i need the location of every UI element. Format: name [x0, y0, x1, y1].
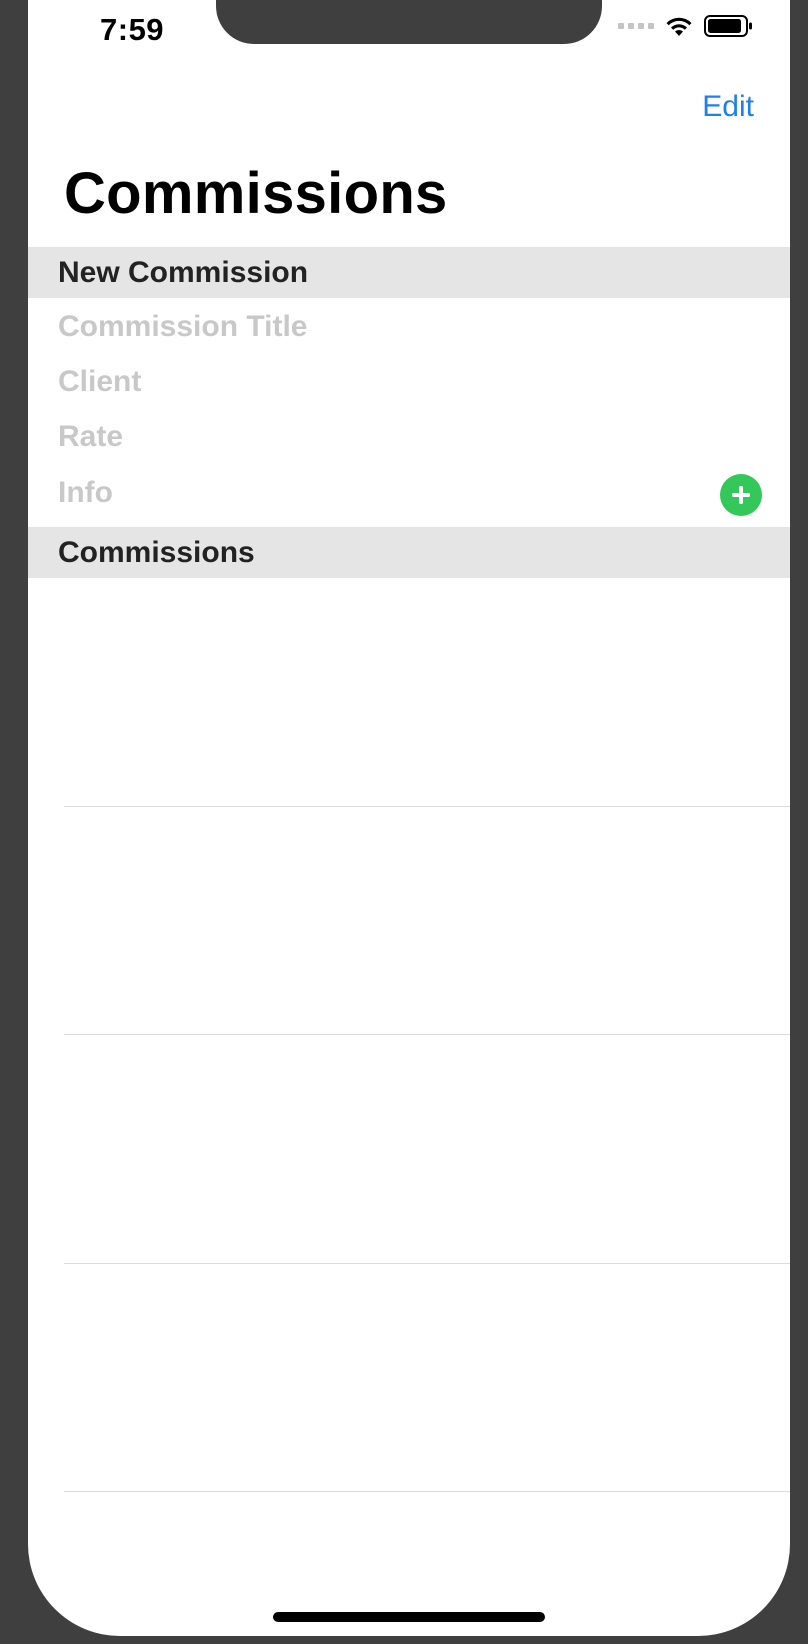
section-header-new-commission: New Commission	[28, 247, 790, 298]
plus-icon	[732, 486, 750, 504]
status-bar-time: 7:59	[100, 12, 165, 47]
device-notch	[216, 0, 602, 44]
row-separator	[64, 1263, 790, 1264]
battery-icon	[704, 15, 752, 37]
home-indicator[interactable]	[273, 1612, 545, 1622]
row-separator	[64, 806, 790, 807]
row-separator	[64, 1034, 790, 1035]
info-field[interactable]: Info	[58, 473, 113, 513]
device-frame: 7:59 Edit Commissions New Commission Com…	[0, 0, 808, 1644]
section-header-commissions: Commissions	[28, 527, 790, 578]
client-field[interactable]: Client	[58, 362, 141, 402]
wifi-icon	[666, 17, 692, 36]
edit-button[interactable]: Edit	[702, 90, 754, 124]
phone-screen: 7:59 Edit Commissions New Commission Com…	[28, 0, 790, 1636]
status-bar-indicators	[618, 14, 754, 38]
commission-title-field[interactable]: Commission Title	[58, 307, 308, 347]
add-commission-button[interactable]	[720, 474, 762, 516]
cellular-signal-icon	[618, 23, 654, 29]
row-separator	[64, 1491, 790, 1492]
page-title: Commissions	[64, 161, 448, 226]
rate-field[interactable]: Rate	[58, 417, 123, 457]
